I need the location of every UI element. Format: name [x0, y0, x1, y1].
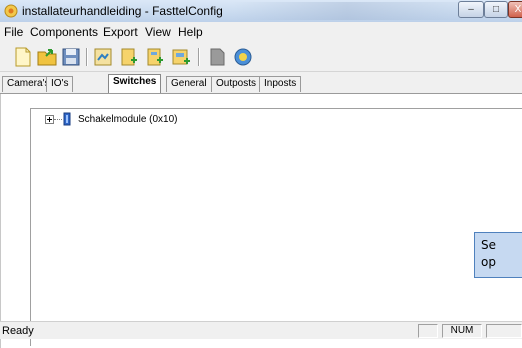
num-lock-indicator: NUM [450, 325, 474, 336]
tab-ios[interactable]: IO's [46, 76, 74, 92]
switch-module-icon [63, 112, 71, 126]
new-file-icon[interactable] [12, 46, 34, 68]
menu-help[interactable]: Help [178, 25, 203, 39]
close-button[interactable]: X [508, 1, 522, 18]
toolbar-separator [198, 48, 200, 66]
tab-switches[interactable]: Switches [108, 74, 162, 93]
blurred-title-area [232, 2, 462, 20]
window-title: installateurhandleiding - FasttelConfig [22, 4, 223, 18]
status-panel-scroll [486, 324, 522, 338]
maximize-button[interactable]: □ [484, 1, 508, 18]
open-folder-icon[interactable] [36, 46, 58, 68]
tab-label: Inposts [264, 78, 297, 89]
add-module-icon[interactable] [170, 46, 192, 68]
tab-label: General [171, 78, 207, 89]
toolbar-separator [86, 48, 88, 66]
minimize-button[interactable]: – [458, 1, 484, 18]
help-icon[interactable] [232, 46, 254, 68]
tab-label: Outposts [216, 78, 257, 89]
tab-inposts[interactable]: Inposts [259, 76, 302, 92]
tab-label: Switches [113, 76, 157, 87]
menu-bar: File Components Export View Help [0, 22, 522, 42]
tab-label: IO's [51, 78, 69, 89]
annotation-callout: Se op [474, 232, 522, 278]
add-input-icon[interactable] [118, 46, 140, 68]
callout-line-2: op [481, 255, 496, 269]
menu-view[interactable]: View [145, 25, 171, 39]
toolbar [0, 42, 522, 72]
tree-connector [54, 119, 62, 120]
add-component-icon[interactable] [92, 46, 114, 68]
close-icon: X [514, 4, 522, 15]
status-panel-num: NUM [442, 324, 482, 338]
minimize-icon: – [468, 4, 474, 15]
tree-node-schakelmodule[interactable]: Schakelmodule (0x10) [78, 114, 178, 125]
status-panel-empty [418, 324, 438, 338]
tab-outposts[interactable]: Outposts [211, 76, 262, 92]
document-icon[interactable] [206, 46, 228, 68]
save-disk-icon[interactable] [60, 46, 82, 68]
tab-label: Camera's [7, 78, 50, 89]
menu-file[interactable]: File [4, 25, 23, 39]
expand-node-icon[interactable] [45, 115, 54, 124]
app-icon [4, 4, 18, 18]
maximize-icon: □ [492, 4, 500, 15]
component-tree[interactable] [30, 108, 522, 346]
add-output-icon[interactable] [144, 46, 166, 68]
tab-general[interactable]: General [166, 76, 212, 92]
callout-line-1: Se [481, 238, 496, 252]
menu-export[interactable]: Export [103, 25, 138, 39]
title-bar[interactable]: installateurhandleiding - FasttelConfig … [0, 0, 522, 22]
menu-components[interactable]: Components [30, 25, 98, 39]
status-bar: Ready NUM [0, 321, 522, 339]
status-text: Ready [2, 325, 34, 337]
tab-strip: Camera's IO's Switches General Outposts … [0, 72, 522, 94]
